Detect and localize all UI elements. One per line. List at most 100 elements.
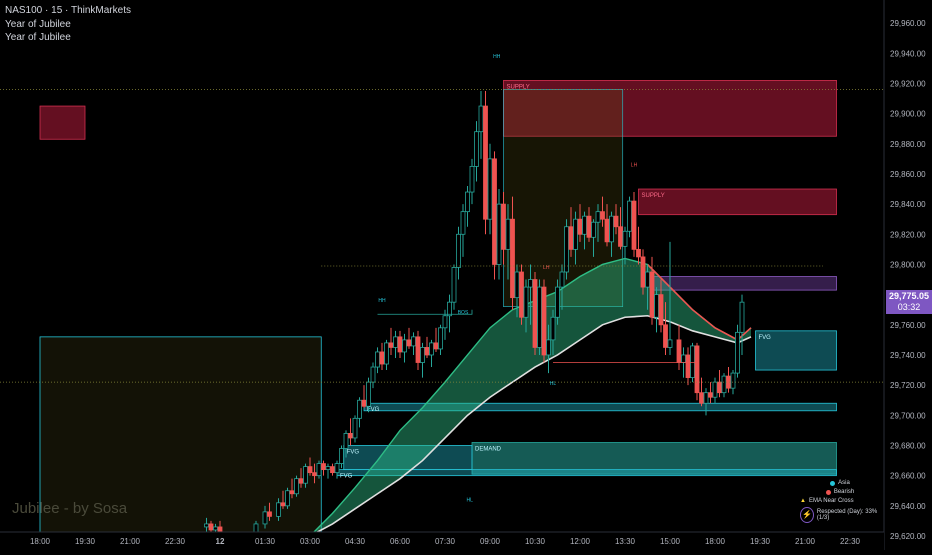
dot-icon: [830, 480, 836, 486]
chart-canvas[interactable]: SUPPLYSUPPLYFVGFVGDEMANDFVGFVG HHLHHHLHH…: [0, 0, 932, 550]
x-tick-18: 22:30: [840, 537, 861, 546]
symbol-title[interactable]: NAS100 · 15 · ThinkMarkets: [5, 5, 131, 16]
candle-body-53: [483, 105, 488, 220]
x-tick-16: 19:30: [750, 537, 771, 546]
lightning-icon: ⚡: [800, 507, 814, 523]
candle-body-38: [415, 336, 421, 363]
y-tick-0: 29,960.00: [890, 19, 926, 28]
candle-body-62: [523, 286, 529, 318]
x-tick-3: 22:30: [165, 537, 186, 546]
legend-label-0: Asia: [838, 480, 850, 486]
candle-body-93: [663, 324, 668, 348]
candle-body-35: [402, 339, 407, 353]
candle-body-10: [289, 490, 295, 495]
x-tick-0: 18:00: [30, 537, 51, 546]
x-tick-4: 12: [216, 537, 225, 546]
candle-body-88: [640, 256, 646, 288]
y-tick-6: 29,840.00: [890, 200, 926, 209]
candle-body-107: [730, 372, 736, 389]
candle-body-85: [627, 200, 632, 232]
y-tick-2: 29,920.00: [890, 79, 926, 88]
candle-body-30: [379, 351, 385, 365]
candle-body-23: [348, 433, 353, 439]
candle-body-71: [564, 226, 569, 273]
candle-body-39: [420, 347, 425, 363]
candle-body-72: [568, 226, 574, 250]
candle-body-19: [330, 466, 335, 474]
y-tick-10: 29,760.00: [890, 321, 926, 330]
candle-body-33: [393, 336, 398, 348]
y-tick-15: 29,660.00: [890, 472, 926, 481]
candle-body-83: [618, 226, 623, 247]
candle-body-61: [519, 271, 524, 318]
candle-body-24: [352, 417, 358, 439]
candle-body-49: [465, 191, 470, 213]
legend-item-1: Bearish: [800, 489, 880, 495]
candle-body-76: [586, 215, 592, 238]
watermark: Jubilee - by Sosa: [12, 500, 128, 517]
legend-label-1: Bearish: [833, 489, 855, 495]
candle-body-75: [582, 215, 587, 235]
candle-body-34: [397, 336, 403, 353]
zone-label-8: FVG: [340, 474, 353, 480]
candle-body-22: [343, 433, 349, 449]
candle-body-57: [501, 203, 506, 250]
candle-body-1: [208, 523, 214, 531]
candle-body-77: [591, 221, 596, 238]
candle-body-63: [528, 279, 533, 288]
candle-body-2: [213, 526, 218, 531]
y-tick-12: 29,720.00: [890, 381, 926, 390]
zones-layer: SUPPLYSUPPLYFVGFVGDEMANDFVGFVG: [39, 80, 837, 537]
x-tick-13: 13:30: [615, 537, 636, 546]
legend-label-3: Respected (Day): 33% (1/3): [816, 509, 878, 521]
candle-body-89: [645, 271, 650, 288]
candle-body-37: [411, 336, 416, 347]
candle-body-69: [555, 286, 560, 318]
y-tick-11: 29,740.00: [890, 351, 926, 360]
candle-body-9: [285, 490, 290, 507]
candle-body-20: [334, 463, 340, 474]
structure-label-0: HH: [493, 54, 501, 60]
candle-body-92: [658, 294, 664, 326]
y-tick-16: 29,640.00: [890, 502, 926, 511]
trading-chart[interactable]: SUPPLY SUPPLY FVG FVG DEMAND FVG FVG HH LH HH LH H…: [0, 0, 932, 550]
candle-body-17: [321, 463, 326, 471]
candle-body-25: [357, 399, 362, 419]
candle-body-54: [487, 158, 493, 220]
y-tick-17: 29,620.00: [890, 532, 926, 541]
candle-body-12: [298, 478, 304, 484]
candle-body-73: [573, 218, 578, 250]
candle-body-14: [307, 466, 313, 474]
triangle-icon: ▲: [800, 498, 806, 504]
zone-label-6: DEMAND: [475, 446, 502, 452]
y-tick-5: 29,860.00: [890, 170, 926, 179]
candle-body-80: [604, 218, 610, 243]
candle-body-15: [312, 472, 317, 477]
candle-body-86: [631, 200, 637, 250]
candle-body-50: [469, 165, 475, 193]
legend-item-3: ⚡ Respected (Day): 33% (1/3): [800, 507, 880, 523]
y-tick-8: 29,800.00: [890, 260, 926, 269]
candle-body-101: [703, 392, 709, 404]
candle-body-6: [267, 511, 272, 517]
candle-body-64: [532, 279, 538, 348]
candle-body-99: [694, 345, 700, 394]
x-tick-17: 21:00: [795, 537, 816, 546]
x-tick-8: 06:00: [390, 537, 411, 546]
x-tick-14: 15:00: [660, 537, 681, 546]
zone-supply-2: [638, 188, 837, 216]
indicator-name-1[interactable]: Year of Jubilee: [5, 19, 71, 30]
dot-icon: [825, 489, 831, 495]
candle-body-40: [424, 347, 430, 356]
candle-body-45: [447, 301, 452, 317]
candle-body-81: [609, 215, 614, 243]
zone-purple-3: [651, 276, 837, 291]
candle-body-32: [388, 342, 394, 348]
candle-body-90: [649, 271, 655, 318]
candle-body-74: [577, 218, 583, 235]
zone-label-7: FVG: [347, 449, 360, 455]
legend-item-2: ▲ EMA Near Cross: [800, 498, 880, 504]
candle-body-60: [514, 271, 520, 299]
indicator-name-2[interactable]: Year of Jubilee: [5, 32, 71, 43]
candle-body-0: [204, 523, 209, 528]
